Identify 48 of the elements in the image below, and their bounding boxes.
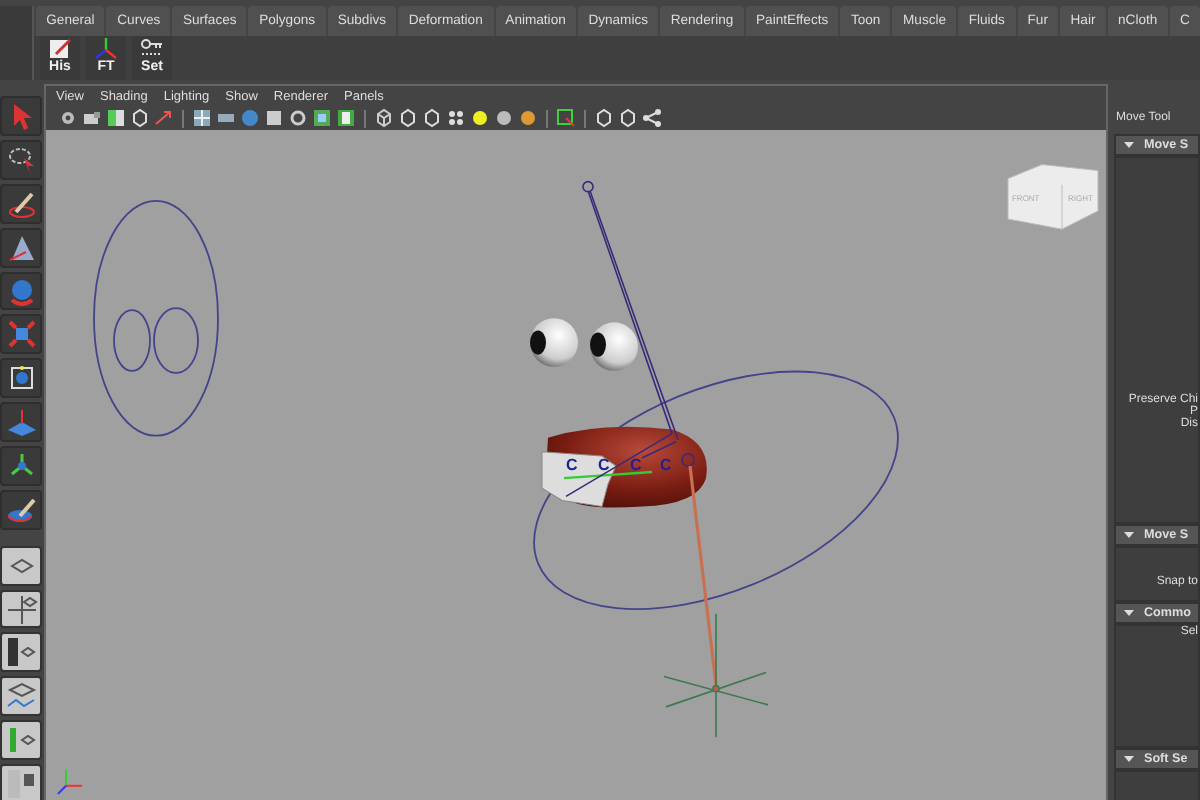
wireframe-cube-icon[interactable]: [374, 108, 394, 128]
hypershade-layout-icon[interactable]: [0, 720, 42, 761]
cluster-handle-label: C: [598, 455, 610, 475]
four-layout-icon[interactable]: [0, 589, 42, 629]
collapse-triangle-icon[interactable]: [1124, 140, 1134, 150]
light-bulb-icon[interactable]: [470, 108, 490, 128]
cone-icon[interactable]: [0, 227, 42, 268]
bars-icon[interactable]: [216, 108, 236, 128]
grid-icon[interactable]: [192, 108, 212, 128]
camera-icon[interactable]: [82, 108, 102, 128]
view-cube-drawing: [1007, 163, 1099, 230]
connect-icon[interactable]: [642, 108, 662, 128]
axes-icon: [94, 38, 118, 60]
texture-icon[interactable]: [336, 108, 356, 128]
axis-indicator-icon: [57, 769, 82, 795]
shelf-handle[interactable]: [0, 6, 34, 36]
joint-icon[interactable]: [0, 446, 42, 487]
select-icon[interactable]: [556, 108, 576, 128]
plane-icon[interactable]: [0, 402, 42, 443]
notepad-icon: [48, 38, 72, 60]
cluster-handle-label: C: [566, 455, 578, 475]
lasso-icon[interactable]: [0, 139, 42, 180]
square-icon[interactable]: [264, 108, 284, 128]
single-layout-icon[interactable]: [0, 545, 42, 586]
lattice-icon[interactable]: [0, 358, 42, 399]
brush-icon[interactable]: [0, 490, 42, 530]
ring-icon[interactable]: [288, 108, 308, 128]
joint-circle: [681, 453, 695, 467]
paint-brush-icon[interactable]: [0, 183, 42, 224]
shelf-handle[interactable]: [0, 36, 34, 80]
cluster-handle-label: C: [660, 455, 672, 475]
sphere-icon[interactable]: [240, 108, 260, 128]
split-layout-icon[interactable]: [0, 764, 42, 800]
collapse-triangle-icon[interactable]: [1124, 608, 1134, 618]
cube-icon[interactable]: [0, 314, 42, 355]
outliner-layout-icon[interactable]: [0, 632, 42, 673]
collapse-triangle-icon[interactable]: [1124, 530, 1134, 540]
gear-icon[interactable]: [58, 108, 78, 128]
grid-icon[interactable]: [312, 108, 332, 128]
graph-layout-icon[interactable]: [0, 676, 42, 717]
eyeball-drawing: [530, 318, 578, 367]
cluster-handle-label: C: [630, 455, 642, 475]
joint-circle: [582, 180, 594, 193]
key-icon: [140, 38, 164, 60]
dots-icon[interactable]: [446, 108, 466, 128]
collapse-triangle-icon[interactable]: [1124, 754, 1134, 764]
locator-drawing: [663, 612, 769, 739]
eyeball-drawing: [590, 322, 638, 371]
